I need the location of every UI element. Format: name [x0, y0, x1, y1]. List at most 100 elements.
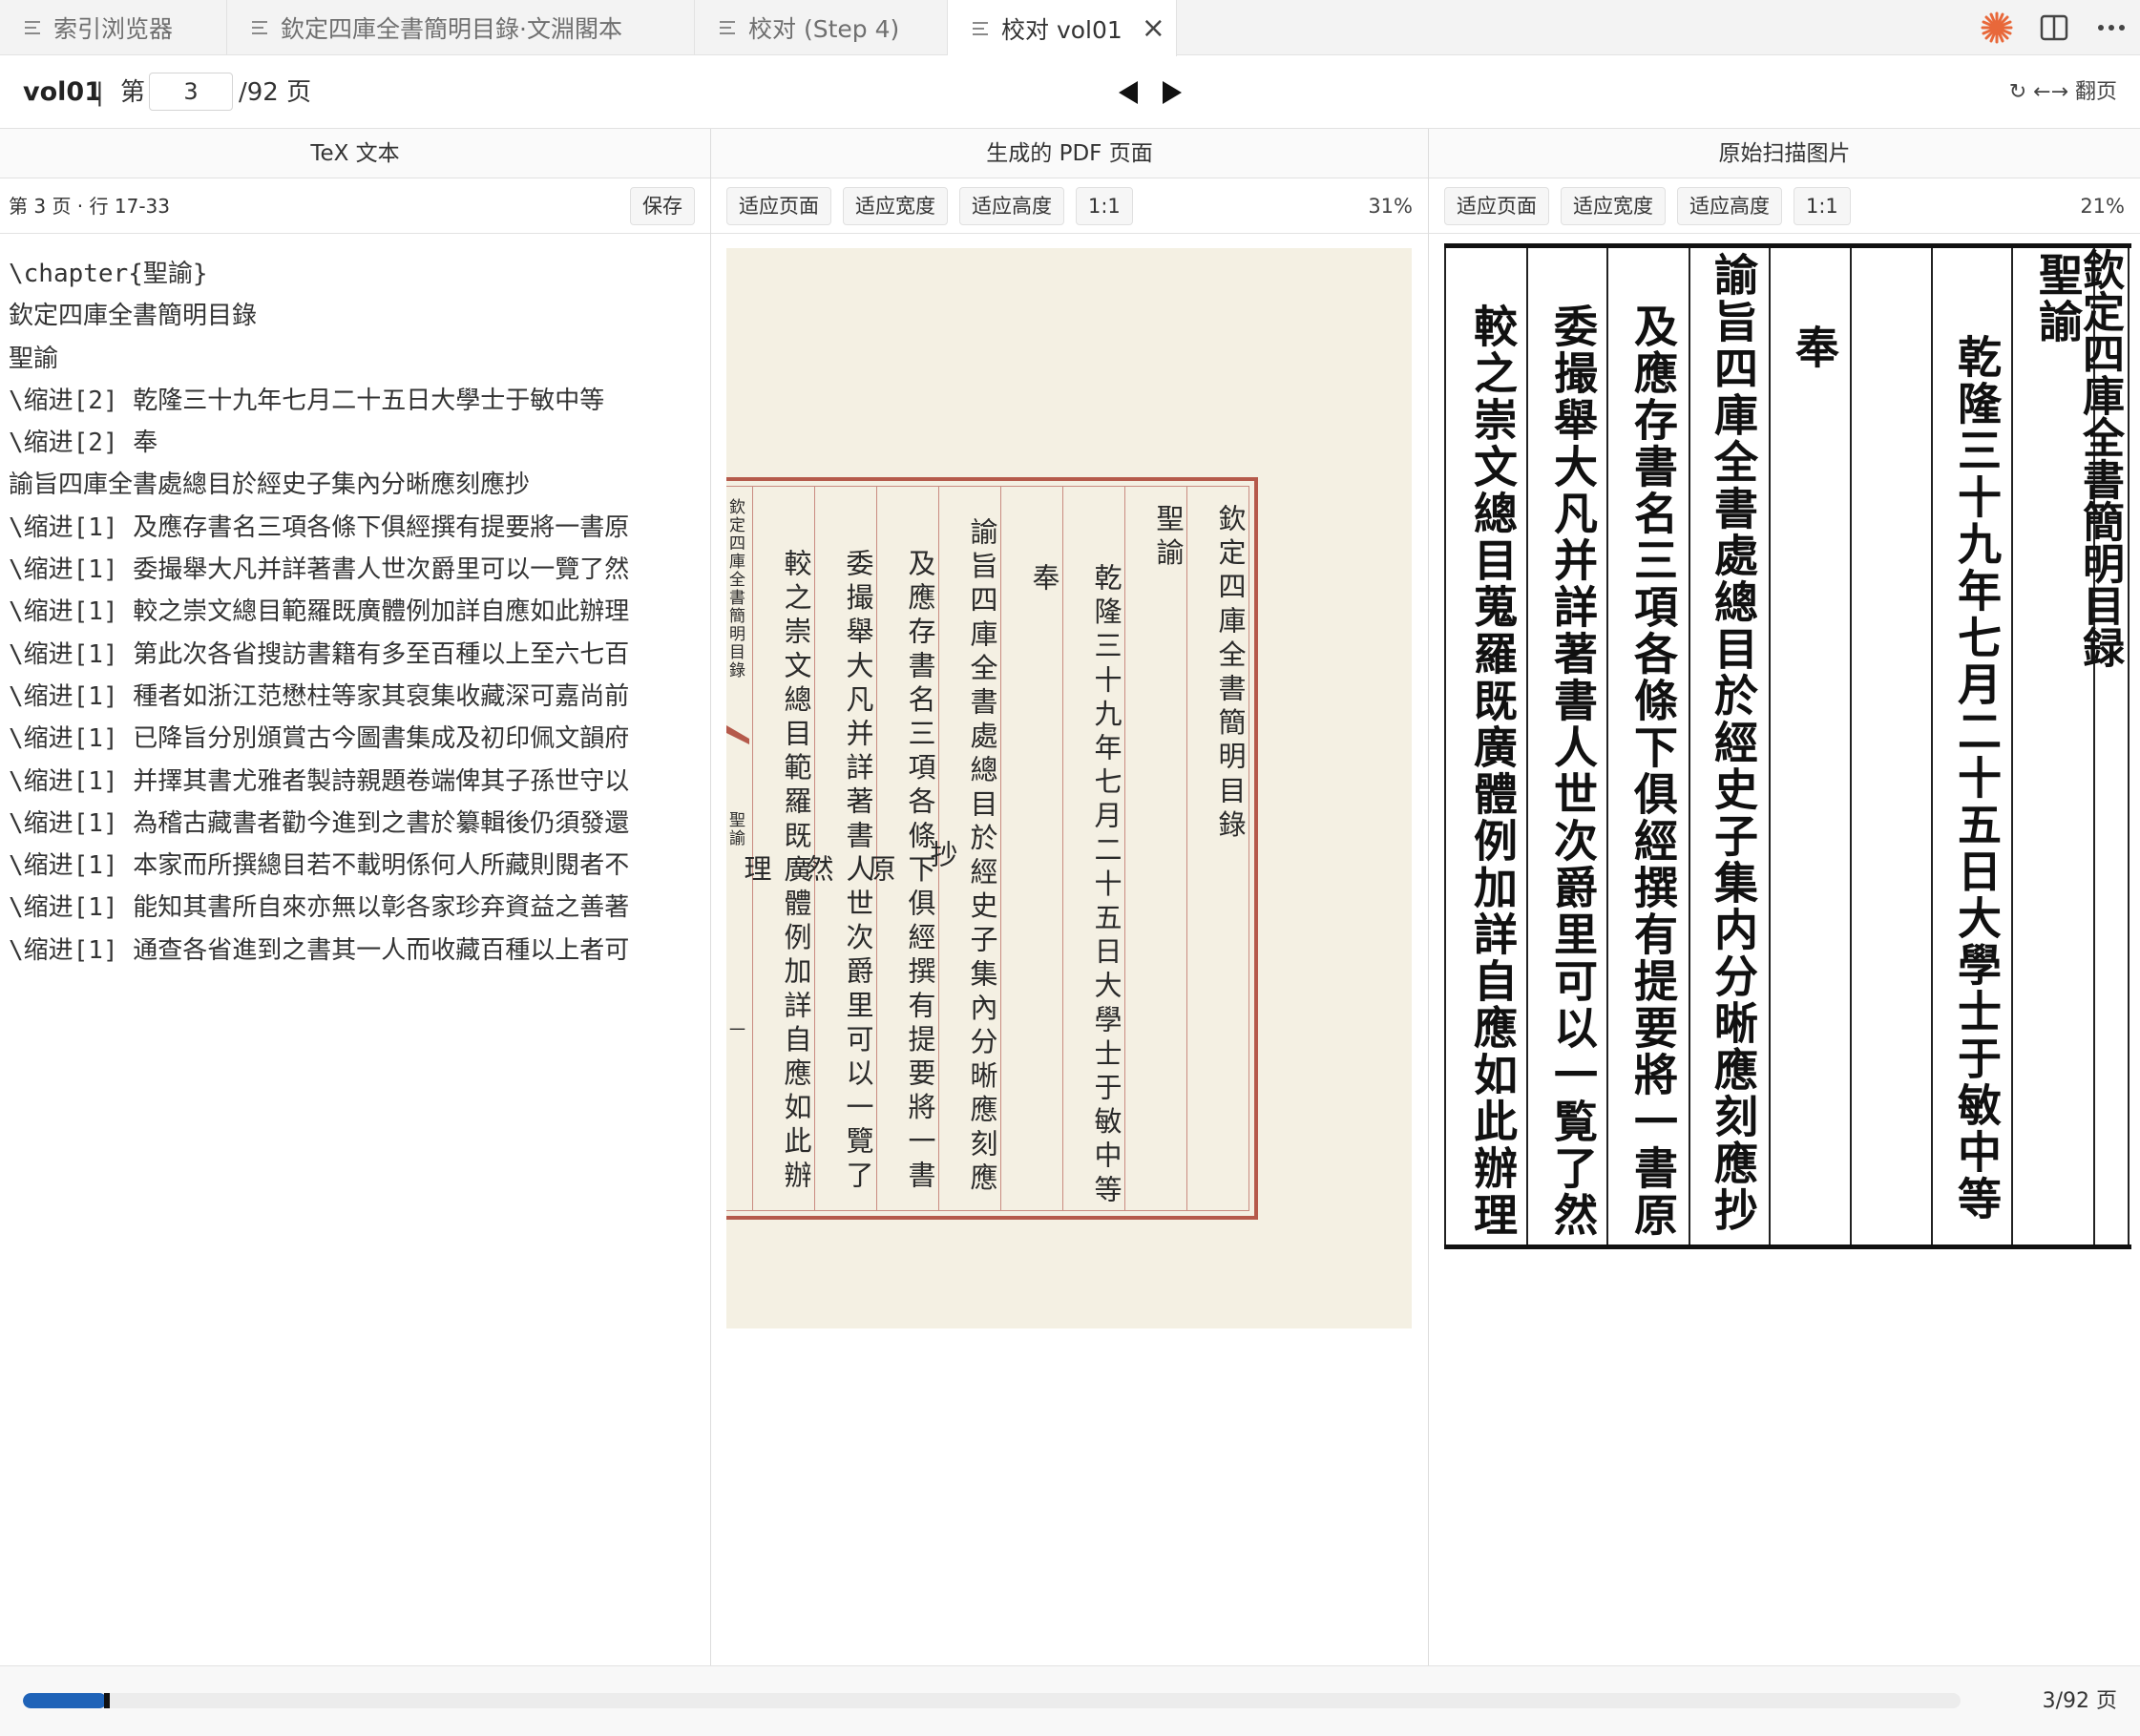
more-icon[interactable]: [2083, 0, 2140, 55]
pdf-column-text: 乾隆三十九年七月二十五日大學士于敏中等: [1090, 563, 1122, 1209]
tabbar-actions: [1968, 0, 2140, 55]
tex-line[interactable]: \缩进[1] 及應存書名三項各條下俱經撰有提要將一書原: [9, 507, 629, 549]
column-divider: [752, 487, 753, 1210]
document-lines-icon: [25, 20, 42, 35]
pdf-column-text: 及應存書名三項各條下俱經撰有提要將一書原: [864, 548, 936, 1195]
scan-pane-toolbar: 适应页面 适应宽度 适应高度 1:1 21%: [1429, 178, 2140, 234]
volume-label: vol01: [23, 77, 102, 107]
pdf-inner-frame: 欽定四庫全書簡明目錄 聖諭 乾隆三十九年七月二十五日大學士于敏中等 奉 諭旨四庫…: [725, 486, 1249, 1211]
document-lines-icon: [252, 20, 269, 35]
page-prefix: 第: [120, 78, 146, 107]
tex-line[interactable]: \缩进[2] 乾隆三十九年七月二十五日大學士于敏中等: [9, 380, 629, 422]
fit-width-button[interactable]: 适应宽度: [843, 186, 948, 225]
flip-page-hint: ↻ ←→ 翻页: [2008, 80, 2117, 104]
tex-line[interactable]: \缩进[1] 能知其書所自來亦無以彰各家珍弃資益之善著: [9, 887, 629, 929]
pdf-pane-title: 生成的 PDF 页面: [711, 129, 1428, 178]
tab-proofread-vol01[interactable]: 校对 vol01 ×: [948, 0, 1177, 56]
fit-width-button[interactable]: 适应宽度: [1561, 186, 1666, 225]
split-editor-icon[interactable]: [2025, 0, 2083, 55]
pdf-column-text: 欽定四庫全書簡明目錄: [1214, 504, 1247, 844]
pdf-margin-page: 一: [725, 1021, 745, 1039]
pdf-column-text: 諭旨四庫全書處總目於經史子集內分晰應刻應抄: [926, 517, 998, 1197]
fit-page-button[interactable]: 适应页面: [726, 186, 831, 225]
separator: |: [95, 78, 104, 107]
page-navigation-bar: vol01 | 第 /92 页 ↻ ←→ 翻页: [0, 56, 2140, 129]
triangle-left-icon: [1119, 81, 1138, 104]
pdf-column-text: 聖諭: [1152, 504, 1185, 573]
actual-size-button[interactable]: 1:1: [1794, 186, 1851, 225]
fit-height-button[interactable]: 适应高度: [959, 186, 1064, 225]
scan-column-text: 較之崇文總目蒐羅既廣體例加詳自應如此辦理: [1467, 303, 1519, 1239]
pdf-column-text: 奉: [1028, 563, 1060, 597]
pdf-column-text: 委撮舉大凡并詳著書人世次爵里可以一覽了然: [802, 548, 874, 1195]
zoom-level: 21%: [2080, 195, 2125, 218]
tab-index-browser[interactable]: 索引浏览器: [0, 0, 227, 55]
scan-column-text: 奉: [1789, 324, 1840, 371]
column-divider: [1444, 248, 1446, 1244]
tex-line[interactable]: 諭旨四庫全書處總目於經史子集內分晰應刻應抄: [9, 464, 629, 506]
next-page-button[interactable]: [1151, 72, 1193, 114]
scan-column-text: 聖諭: [2032, 252, 2084, 345]
tex-line[interactable]: 欽定四庫全書簡明目錄: [9, 295, 629, 337]
pdf-pane-toolbar: 适应页面 适应宽度 适应高度 1:1 31%: [711, 178, 1428, 234]
tex-line[interactable]: \缩进[1] 已降旨分別頒賞古今圖書集成及初印佩文韻府: [9, 718, 629, 760]
fit-page-button[interactable]: 适应页面: [1444, 186, 1549, 225]
pdf-pane: 生成的 PDF 页面 适应页面 适应宽度 适应高度 1:1 31% 欽定四庫全書…: [711, 129, 1429, 1665]
tab-label: 欽定四庫全書簡明目錄·文淵閣本: [281, 15, 622, 43]
tex-line[interactable]: \缩进[2] 奉: [9, 422, 629, 464]
tab-proofread-step4[interactable]: 校对 (Step 4): [695, 0, 948, 55]
tex-line[interactable]: \缩进[1] 種者如浙江范懋柱等家其裒集收藏深可嘉尚前: [9, 676, 629, 718]
tex-pane-toolbar: 第 3 页 · 行 17-33 保存: [0, 178, 710, 234]
page-progress-bar[interactable]: [23, 1693, 1961, 1708]
status-bar: 3/92 页: [0, 1665, 2140, 1736]
tex-editor[interactable]: \chapter{聖諭} 欽定四庫全書簡明目錄 聖諭 \缩进[2] 乾隆三十九年…: [9, 253, 629, 972]
scan-column-text: 委撮舉大凡并詳著書人世次爵里可以一覧了然: [1547, 303, 1599, 1239]
tex-line[interactable]: \缩进[1] 委撮舉大凡并詳著書人世次爵里可以一覽了然: [9, 549, 629, 591]
tex-pane-title: TeX 文本: [0, 129, 710, 178]
pdf-margin-title: 欽定四庫全書簡明目錄: [725, 498, 745, 680]
tex-line[interactable]: \缩进[1] 通查各省進到之書其一人而收藏百種以上者可: [9, 930, 629, 972]
scan-column-text: 諭旨四庫全書處總目於經史子集内分晰應刻應抄: [1708, 252, 1759, 1234]
page-count: 3/92 页: [2042, 1689, 2117, 1713]
pdf-page-preview[interactable]: 欽定四庫全書簡明目錄 聖諭 乾隆三十九年七月二十五日大學士于敏中等 奉 諭旨四庫…: [725, 248, 1412, 1328]
document-lines-icon: [973, 21, 990, 36]
fishtail-mark: [726, 725, 749, 744]
pdf-page-frame: 欽定四庫全書簡明目錄 聖諭 乾隆三十九年七月二十五日大學士于敏中等 奉 諭旨四庫…: [725, 477, 1258, 1220]
tex-line[interactable]: \缩进[1] 為稽古藏書者勸今進到之書於纂輯後仍須發還: [9, 803, 629, 845]
actual-size-button[interactable]: 1:1: [1076, 186, 1133, 225]
tex-line[interactable]: \缩进[1] 較之崇文總目範羅既廣體例加詳自應如此辦理: [9, 591, 629, 633]
zoom-level: 31%: [1368, 195, 1413, 218]
sparkle-icon[interactable]: [1968, 0, 2025, 55]
save-button[interactable]: 保存: [630, 187, 695, 225]
page-number-input[interactable]: [149, 73, 233, 111]
tex-line[interactable]: \缩进[1] 本家而所撰總目若不載明係何人所藏則閱者不: [9, 845, 629, 887]
scan-pane-title: 原始扫描图片: [1429, 129, 2140, 178]
progress-handle[interactable]: [104, 1693, 110, 1708]
tex-line[interactable]: \缩进[1] 第此次各省搜訪書籍有多至百種以上至六七百: [9, 634, 629, 676]
tab-label: 索引浏览器: [53, 15, 174, 43]
tex-line[interactable]: \缩进[1] 并擇其書尤雅者製詩親題卷端俾其子孫世守以: [9, 761, 629, 803]
tex-line[interactable]: \chapter{聖諭}: [9, 253, 629, 295]
progress-fill: [23, 1693, 107, 1708]
scan-column-text: 欽定四庫全書簡明目録: [2075, 248, 2124, 668]
tab-catalog[interactable]: 欽定四庫全書簡明目錄·文淵閣本: [227, 0, 695, 55]
tab-bar: 索引浏览器 欽定四庫全書簡明目錄·文淵閣本 校对 (Step 4) 校对 vol…: [0, 0, 2140, 56]
tex-line[interactable]: 聖諭: [9, 338, 629, 380]
scan-column-text: 乾隆三十九年七月二十五日大學士于敏中等: [1951, 334, 2003, 1223]
tab-label: 校对 (Step 4): [748, 15, 900, 43]
tex-line-info: 第 3 页 · 行 17-33: [9, 195, 170, 218]
close-icon[interactable]: ×: [1142, 13, 1165, 43]
scan-image[interactable]: 欽定四庫全書簡明目録 聖諭 乾隆三十九年七月二十五日大學士于敏中等 奉 諭旨四庫…: [1444, 243, 2131, 1249]
tex-pane: TeX 文本 第 3 页 · 行 17-33 保存 \chapter{聖諭} 欽…: [0, 129, 711, 1665]
pdf-margin-section: 聖諭: [725, 811, 745, 847]
column-divider: [1850, 248, 1852, 1244]
previous-page-button[interactable]: [1107, 72, 1149, 114]
column-divider: [1186, 487, 1187, 1210]
column-divider: [1769, 248, 1771, 1244]
page-total: /92 页: [239, 78, 312, 107]
scan-column-text: 及應存書名三項各條下俱經撰有提要將一書原: [1627, 303, 1679, 1239]
document-lines-icon: [720, 20, 737, 35]
fit-height-button[interactable]: 适应高度: [1677, 186, 1782, 225]
triangle-right-icon: [1163, 81, 1182, 104]
column-divider: [2011, 248, 2013, 1244]
